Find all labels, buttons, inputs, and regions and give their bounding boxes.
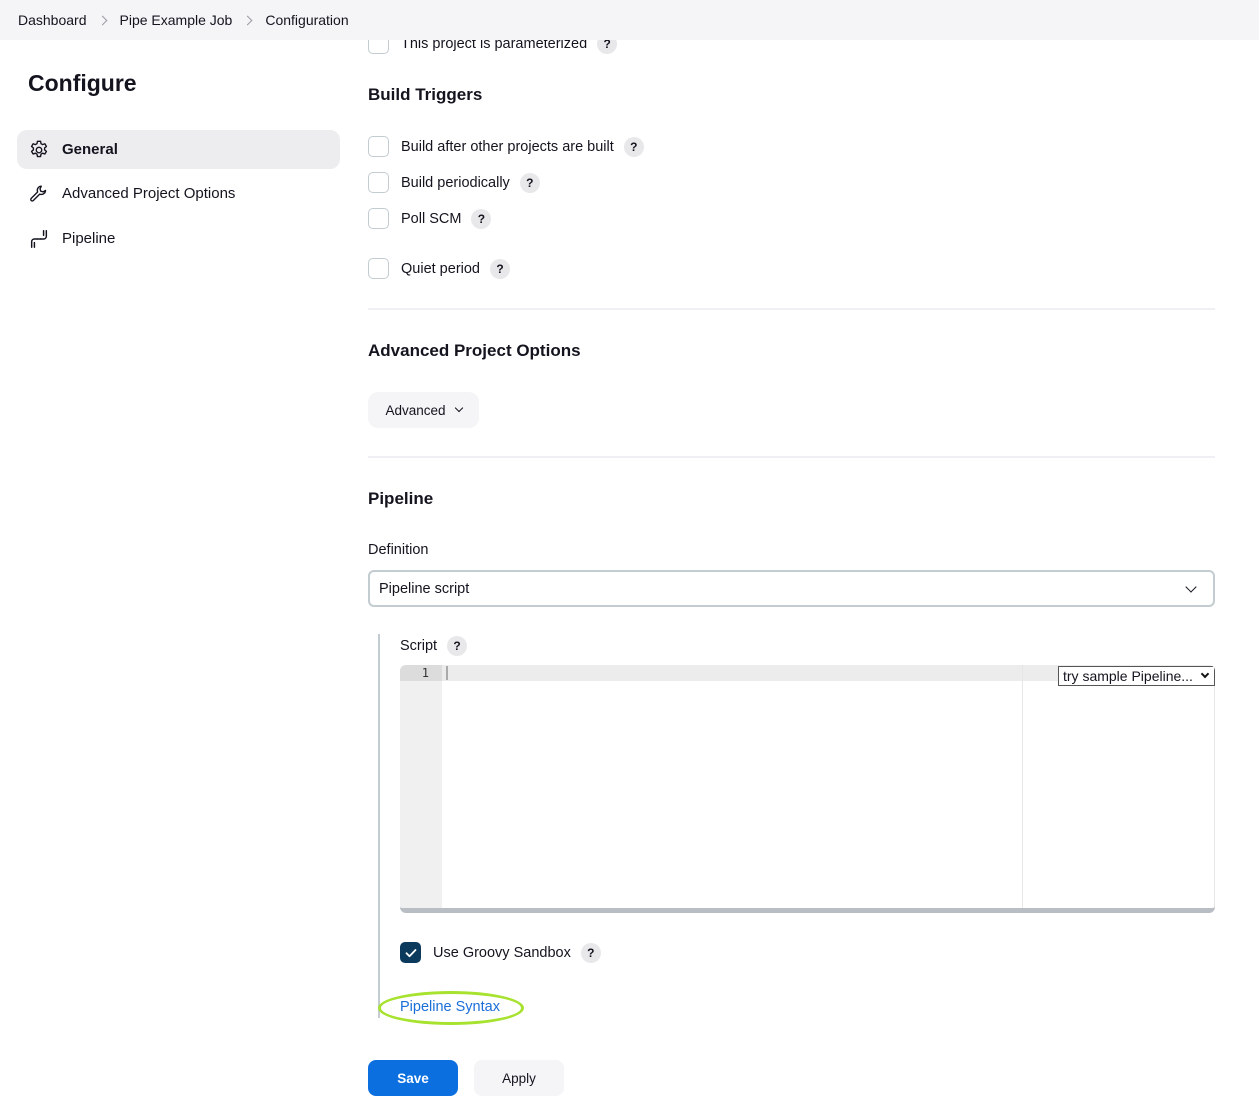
pipeline-title: Pipeline (368, 489, 434, 508)
trigger-option: Build after other projects are built ? (368, 136, 644, 157)
editor-border (1214, 665, 1215, 908)
chevron-down-icon (1185, 581, 1197, 593)
chevron-down-icon (1200, 669, 1210, 679)
sidebar-item-label: Pipeline (62, 230, 116, 247)
trigger-label: Build periodically (401, 174, 510, 191)
wrench-icon (28, 183, 50, 205)
page: Dashboard Pipe Example Job Configuration… (0, 0, 1259, 1117)
sample-pipeline-select[interactable]: try sample Pipeline... (1058, 666, 1215, 686)
breadcrumb: Dashboard Pipe Example Job Configuration (0, 0, 1259, 40)
trigger-option: Poll SCM ? (368, 208, 492, 229)
sidebar-item-general[interactable]: General (17, 130, 340, 169)
breadcrumb-configuration[interactable]: Configuration (265, 12, 348, 28)
trigger-option: Quiet period ? (368, 258, 510, 279)
chevron-right-icon (97, 15, 107, 25)
poll-scm-checkbox[interactable] (368, 208, 389, 229)
breadcrumb-job[interactable]: Pipe Example Job (120, 12, 233, 28)
print-margin (1022, 665, 1023, 908)
script-editor[interactable]: 1 try sample Pipeline... (400, 665, 1215, 913)
pipeline-icon (28, 228, 50, 250)
sidebar-item-pipeline[interactable]: Pipeline (17, 219, 340, 258)
help-icon[interactable]: ? (471, 208, 492, 229)
script-label: Script (400, 638, 438, 654)
pipeline-syntax-link[interactable]: Pipeline Syntax (400, 999, 500, 1015)
sidebar-item-label: General (62, 141, 118, 158)
chevron-down-icon (454, 403, 463, 413)
advanced-options-title: Advanced Project Options (368, 341, 581, 360)
trigger-option: Build periodically ? (368, 172, 540, 193)
sidebar-item-advanced-project-options[interactable]: Advanced Project Options (17, 174, 340, 213)
apply-button[interactable]: Apply (474, 1060, 564, 1096)
gear-icon (28, 139, 50, 161)
script-label-row: Script ? (400, 636, 468, 656)
save-button[interactable]: Save (368, 1060, 458, 1096)
trigger-label: Build after other projects are built (401, 138, 614, 155)
definition-label: Definition (368, 542, 429, 558)
checkmark-icon (405, 948, 416, 957)
sample-pipeline-value: try sample Pipeline... (1063, 668, 1193, 684)
help-icon[interactable]: ? (580, 942, 601, 963)
section-divider (368, 456, 1215, 458)
build-triggers-title: Build Triggers (368, 85, 483, 104)
definition-value: Pipeline script (379, 580, 470, 597)
trigger-label: Poll SCM (401, 210, 462, 227)
breadcrumb-dashboard[interactable]: Dashboard (18, 12, 87, 28)
chevron-right-icon (242, 15, 253, 25)
trigger-label: Quiet period (401, 260, 480, 277)
groovy-sandbox-option: Use Groovy Sandbox ? (400, 942, 601, 963)
quiet-period-checkbox[interactable] (368, 258, 389, 279)
help-icon[interactable]: ? (447, 636, 468, 656)
nested-section-bar (378, 634, 380, 1018)
groovy-sandbox-label: Use Groovy Sandbox (433, 944, 571, 961)
help-icon[interactable]: ? (519, 172, 540, 193)
help-icon[interactable]: ? (623, 136, 644, 157)
sidebar-item-label: Advanced Project Options (62, 185, 236, 202)
text-cursor (446, 666, 448, 680)
help-icon[interactable]: ? (490, 258, 510, 279)
advanced-button[interactable]: Advanced (368, 392, 479, 428)
advanced-button-label: Advanced (385, 402, 446, 418)
page-title: Configure (28, 70, 137, 96)
build-periodically-checkbox[interactable] (368, 172, 389, 193)
line-number: 1 (421, 666, 429, 680)
build-after-other-projects-checkbox[interactable] (368, 136, 389, 157)
groovy-sandbox-checkbox[interactable] (400, 942, 421, 963)
definition-select[interactable]: Pipeline script (368, 570, 1215, 607)
editor-gutter (400, 665, 442, 908)
section-divider (368, 308, 1215, 310)
